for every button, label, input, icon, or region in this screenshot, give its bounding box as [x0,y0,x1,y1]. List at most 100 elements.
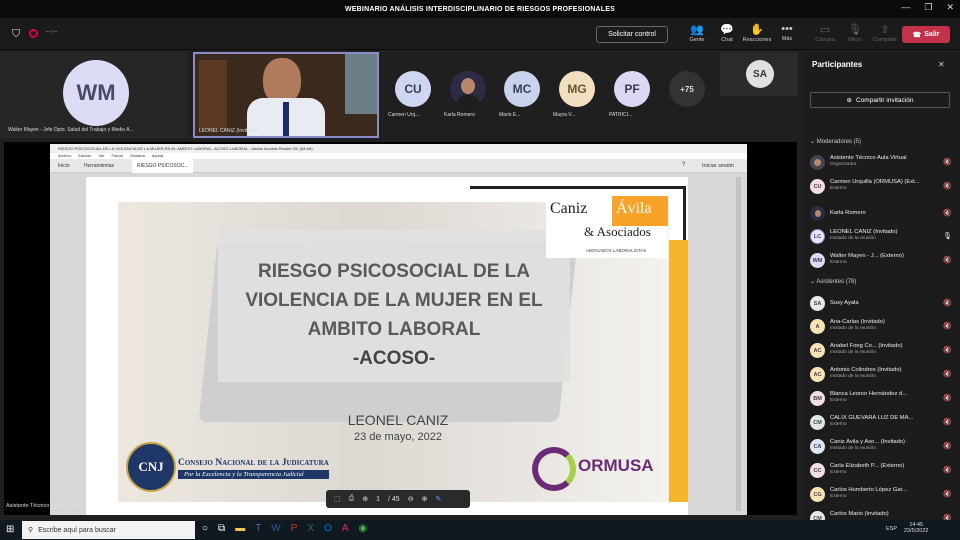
menu-item[interactable]: Edición [78,153,91,158]
people-button[interactable]: 👥 Gente [682,23,712,43]
menu-item[interactable]: Ventana [130,153,145,158]
list-item[interactable]: Karla Romero 🔇 [810,206,956,221]
select-icon[interactable]: ⬚ [334,495,341,503]
menu-item[interactable]: Ver [98,153,104,158]
slide-author-block: LEONEL CANIZ 23 de mayo, 2022 [298,412,498,443]
zoom-out-icon[interactable]: ⊖ [408,495,414,503]
page-number-input[interactable]: 1 [376,496,380,503]
menu-item[interactable]: Ayuda [152,153,163,158]
explorer-icon[interactable]: ▬ [235,523,245,534]
mic-button[interactable]: 🎙 Micro [840,23,870,43]
share-invite-button[interactable]: ⊕ Compartir invitación [810,92,950,108]
list-item[interactable]: LC LEONEL CANIZ (Invitado) Invitado de la… [810,229,956,244]
mic-muted-icon: 🔇 [943,159,952,166]
scrollbar[interactable] [736,177,741,511]
powerpoint-icon[interactable]: P [291,523,298,534]
annotate-icon[interactable]: ✎ [435,495,441,503]
chrome-icon[interactable]: ◉ [359,523,368,534]
meeting-toolbar: ⛉ --:-- 👥 Gente 💬 Chat ✋ Reacciones ••• Más … [0,18,960,50]
taskbar-search[interactable]: ⚲ Escribe aquí para buscar [22,521,195,539]
firm-logo-b: Ávila [612,196,668,226]
cortana-icon[interactable]: ○ [202,523,208,534]
self-view: SA [720,52,798,96]
list-item[interactable]: AC Anabel Fong Co... (Invitado) Invitado d… [810,343,956,358]
avatar: CC [810,463,825,478]
bookshelf [199,60,227,130]
teams-icon[interactable]: T [255,523,261,534]
list-item[interactable]: CU Carmen Urquilla (ORMUSA) (Ext... Exter… [810,179,956,194]
list-item[interactable]: WM Walter Mayen - J... (Externo) Externo … [810,253,956,268]
list-item[interactable]: BM Blanca Leonor Hernández d... Externo 🔇 [810,391,956,406]
word-icon[interactable]: W [271,523,280,534]
panel-close-icon[interactable]: ✕ [938,60,945,69]
speaker-tie [283,102,289,136]
zoom-in-icon[interactable]: ⊕ [422,495,428,503]
acrobat-tabbar: Inicio Herramientas RIESGO PSICOSOC... ?… [50,159,747,173]
acrobat-icon[interactable]: A [342,523,349,534]
participant-name: Carmen Urq... [388,112,420,118]
request-control-button[interactable]: Solicitar control [596,26,668,43]
more-icon: ••• [781,23,793,35]
search-icon: ⚲ [28,527,34,534]
page-toolbar: ⬚ ⎙ ⊕ 1 / 45 ⊖ ⊕ ✎ [326,490,470,508]
video-tile-speaker[interactable]: LEONEL CANIZ (Invitado) [193,52,379,138]
more-button[interactable]: ••• Más [772,23,802,43]
list-item[interactable]: CC Carla Elizabeth P... (Externo) Externo 🔇 [810,463,956,478]
avatar-photo [810,155,825,170]
share-button[interactable]: ⇪ Compartir [870,23,900,43]
help-icon[interactable]: ? [682,162,685,168]
list-item[interactable]: A Ana-Carlas (Invitado) Invitado de la reu… [810,319,956,334]
firm-logo-a: Caniz [550,200,588,217]
maximize-button[interactable]: ❐ [924,2,932,13]
page-up-icon[interactable]: ⊕ [362,495,368,503]
chat-button[interactable]: 💬 Chat [712,23,742,43]
leave-button[interactable]: ☎ Salir [902,26,950,43]
windows-start-icon[interactable]: ⊞ [6,524,14,535]
tab-document[interactable]: RIESGO PSICOSOC... [132,159,194,173]
language-indicator[interactable]: ESP [886,526,897,532]
minimize-button[interactable]: — [901,2,910,13]
moderators-header[interactable]: ⌄ Moderadores (5) [810,138,861,145]
avatar: PF [614,71,650,107]
list-item[interactable]: Asistente Técnico Aula Virtual Organizado… [810,155,956,170]
menu-item[interactable]: Firmar [111,153,123,158]
phone-icon: ☎ [912,31,922,39]
slide-author: LEONEL CANIZ [347,412,449,428]
list-item[interactable]: CM CALIX GUEVARA LUZ DE MA... Externo 🔇 [810,415,956,430]
toolbar-buttons: 👥 Gente 💬 Chat ✋ Reacciones ••• Más ▭ Cámara … [682,23,900,43]
slide-title-line: RIESGO PSICOSOCIAL DE LA [257,261,531,282]
reactions-button[interactable]: ✋ Reacciones [742,23,772,43]
presenter-name: Asistente Técnico Aula Virtual [6,503,79,509]
record-icon [29,29,38,38]
excel-icon[interactable]: X [307,523,314,534]
avatar-photo [450,71,486,107]
participant-name: Karla Romero [444,112,475,118]
signin-link[interactable]: Iniciar sesión [702,163,734,169]
print-icon[interactable]: ⎙ [349,495,355,503]
camera-button[interactable]: ▭ Cámara [810,23,840,43]
clock[interactable]: 14:45 23/5/2022 [904,522,928,534]
list-item[interactable]: CG Carlos Humberto López Gar... Externo 🔇 [810,487,956,502]
slide-title: RIESGO PSICOSOCIAL DE LA VIOLENCIA DE LA… [218,257,570,373]
window-controls: — ❐ ✕ [901,2,954,13]
mic-muted-icon: 🔇 [943,347,952,354]
list-item[interactable]: CA Caniz Avila y Aso... (Invitado) Invitad… [810,439,956,454]
window-title: WEBINARIO ANÁLISIS INTERDISCIPLINARIO DE… [345,5,615,13]
overflow-count[interactable]: +75 [669,71,705,107]
list-item[interactable]: SA Susy Ayala 🔇 [810,296,956,311]
mic-muted-icon: 🔇 [943,323,952,330]
video-tile-main[interactable]: WM Walter Mayen - Jefe Dpto. Salud del T… [0,52,188,138]
attendees-header[interactable]: ⌄ Asistentes (78) [810,278,856,285]
add-person-icon: ⊕ [846,97,852,104]
list-item[interactable]: AC Antonio Colindres (Invitado) Invitado d… [810,367,956,382]
page-count: / 45 [388,495,400,503]
menu-item[interactable]: Archivo [58,153,71,158]
acrobat-titlebar: RIESGO PSICOSOCIAL DE LA VIOLENCIA DE LA… [50,144,747,153]
close-button[interactable]: ✕ [946,2,954,13]
outlook-icon[interactable]: O [324,523,332,534]
tab-inicio[interactable]: Inicio [58,163,70,169]
slide-date: 23 de mayo, 2022 [353,431,443,443]
avatar: CG [810,487,825,502]
tab-tools[interactable]: Herramientas [84,163,114,169]
task-view-icon[interactable]: ⧉ [218,523,225,534]
